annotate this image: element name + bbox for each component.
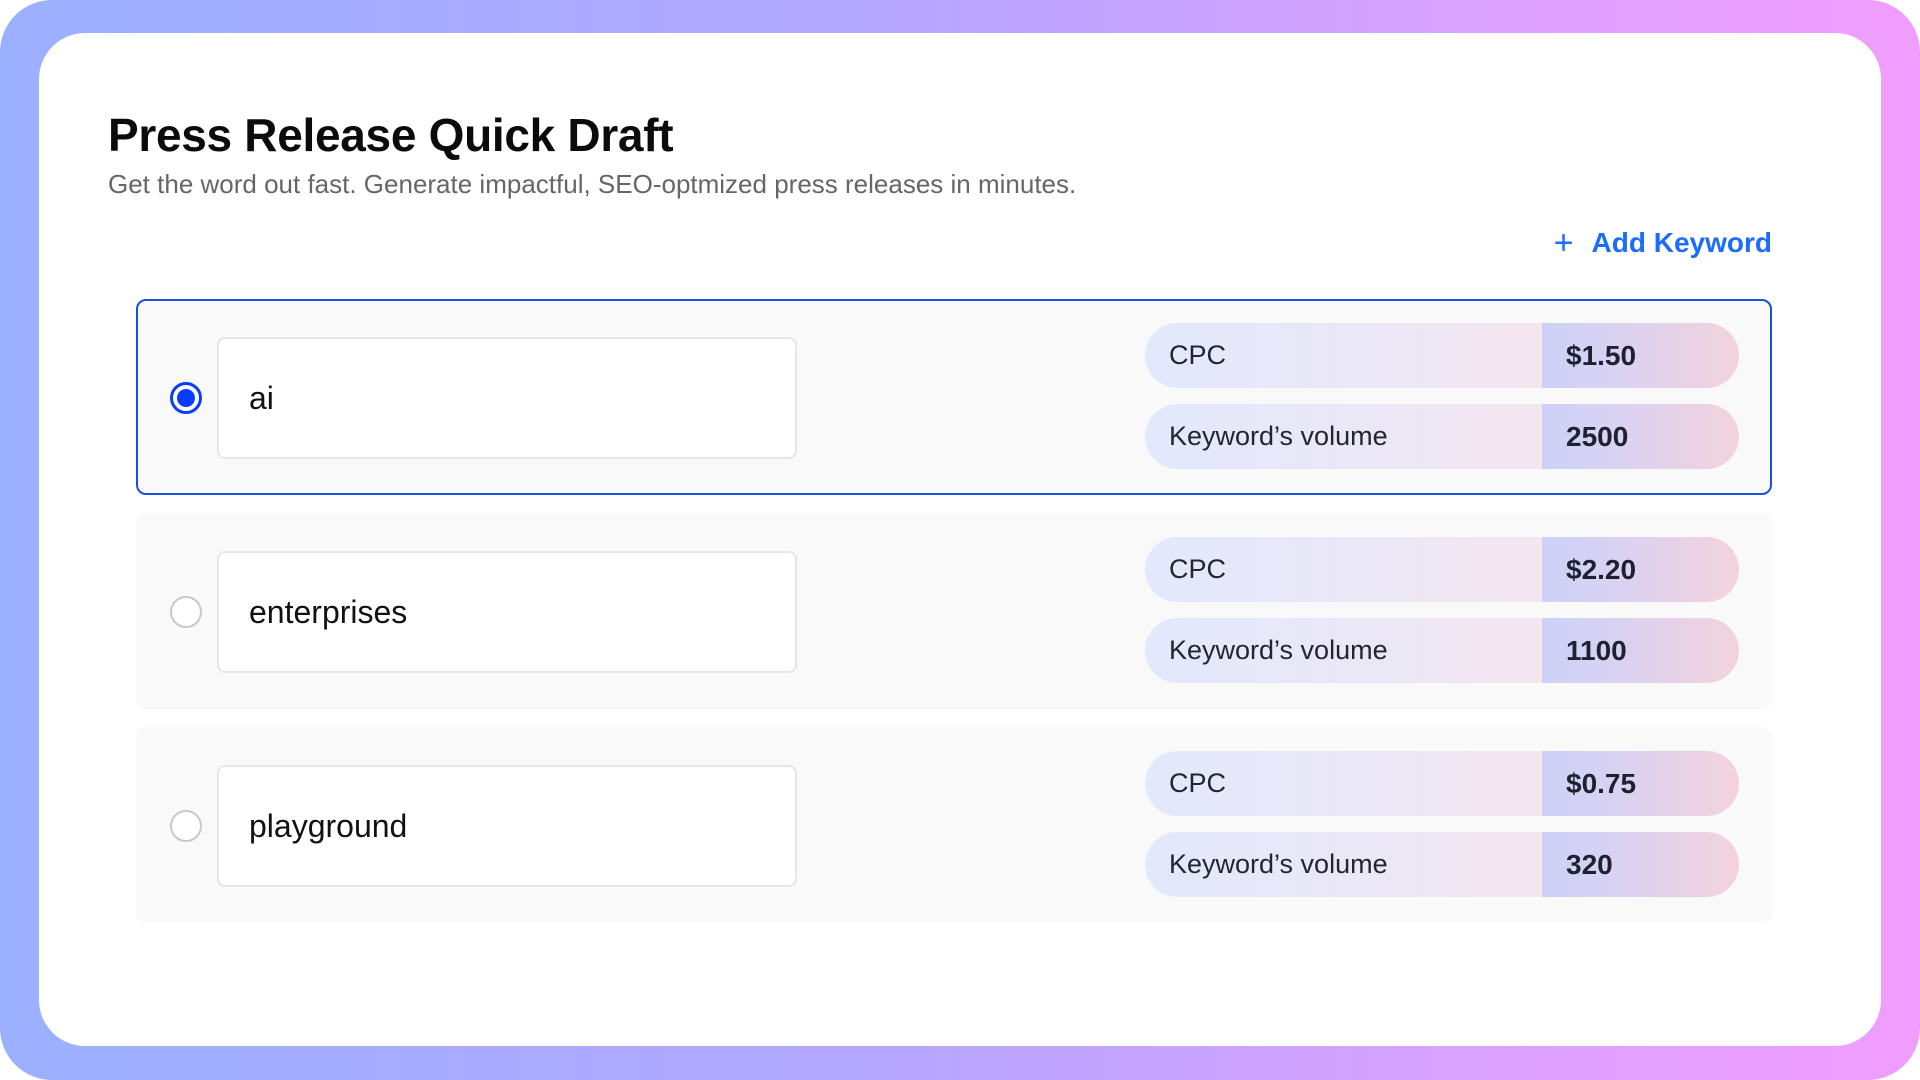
keyword-row: CPC $1.50 Keyword’s volume 2500 [136, 299, 1772, 495]
cpc-value: $2.20 [1542, 537, 1739, 602]
keyword-input[interactable] [217, 765, 797, 887]
cpc-label: CPC [1145, 751, 1542, 816]
keyword-input[interactable] [217, 337, 797, 459]
volume-value: 2500 [1542, 404, 1739, 469]
keyword-row: CPC $2.20 Keyword’s volume 1100 [136, 513, 1772, 709]
plus-icon: + [1553, 224, 1574, 262]
keyword-metrics: CPC $1.50 Keyword’s volume 2500 [1145, 323, 1739, 485]
page-title: Press Release Quick Draft [108, 109, 674, 161]
keyword-row: CPC $0.75 Keyword’s volume 320 [136, 727, 1772, 923]
keyword-list: CPC $1.50 Keyword’s volume 2500 CPC $2.2… [136, 299, 1772, 941]
add-keyword-label: Add Keyword [1591, 227, 1772, 258]
cpc-pill: CPC $1.50 [1145, 323, 1739, 388]
add-keyword-button[interactable]: + Add Keyword [1554, 226, 1772, 260]
cpc-pill: CPC $2.20 [1145, 537, 1739, 602]
volume-label: Keyword’s volume [1145, 618, 1542, 683]
keyword-radio[interactable] [170, 596, 202, 628]
keyword-metrics: CPC $0.75 Keyword’s volume 320 [1145, 751, 1739, 913]
volume-value: 320 [1542, 832, 1739, 897]
cpc-value: $0.75 [1542, 751, 1739, 816]
volume-label: Keyword’s volume [1145, 404, 1542, 469]
keyword-metrics: CPC $2.20 Keyword’s volume 1100 [1145, 537, 1739, 699]
keyword-radio[interactable] [170, 810, 202, 842]
keyword-radio-selected[interactable] [170, 382, 202, 414]
volume-pill: Keyword’s volume 2500 [1145, 404, 1739, 469]
volume-label: Keyword’s volume [1145, 832, 1542, 897]
cpc-pill: CPC $0.75 [1145, 751, 1739, 816]
keyword-input[interactable] [217, 551, 797, 673]
page-subtitle: Get the word out fast. Generate impactfu… [108, 169, 1077, 199]
cpc-label: CPC [1145, 537, 1542, 602]
cpc-label: CPC [1145, 323, 1542, 388]
cpc-value: $1.50 [1542, 323, 1739, 388]
volume-pill: Keyword’s volume 320 [1145, 832, 1739, 897]
volume-pill: Keyword’s volume 1100 [1145, 618, 1739, 683]
volume-value: 1100 [1542, 618, 1739, 683]
